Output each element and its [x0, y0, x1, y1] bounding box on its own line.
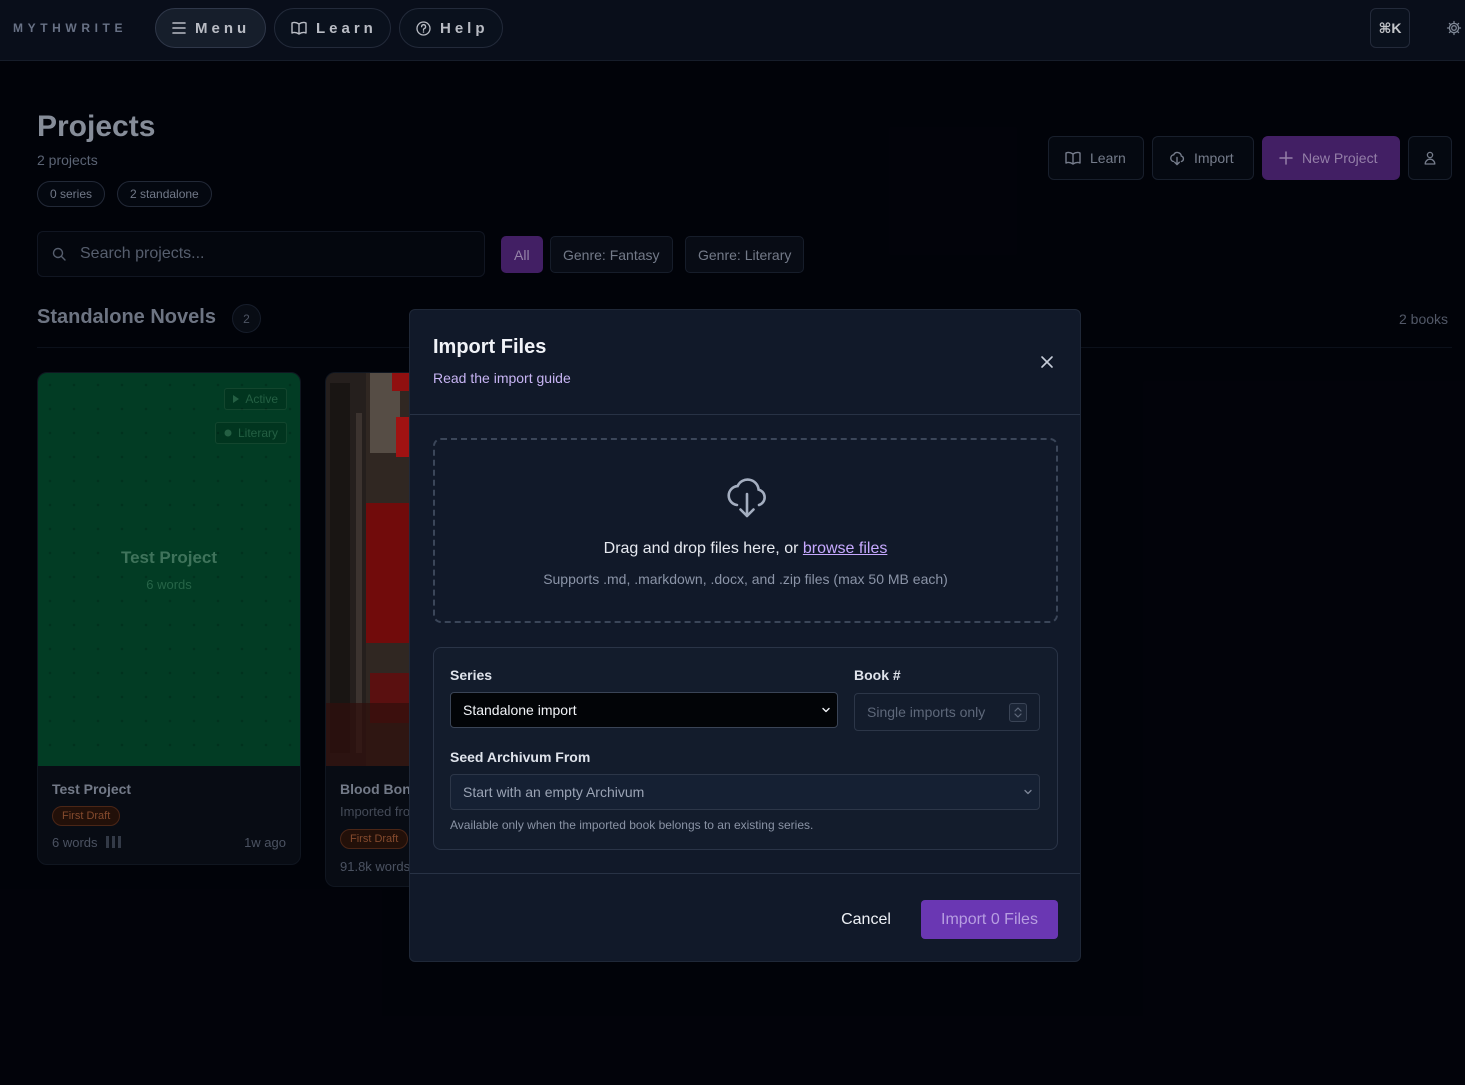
book-number-input[interactable]: Single imports only — [854, 693, 1040, 731]
import-guide-link[interactable]: Read the import guide — [433, 370, 571, 386]
header-divider — [410, 414, 1080, 415]
dropzone-instructions: Drag and drop files here, or browse file… — [435, 540, 1056, 558]
seed-archivum-label: Seed Archivum From — [450, 749, 591, 765]
footer-divider — [410, 873, 1080, 874]
cancel-button[interactable]: Cancel — [831, 902, 901, 938]
series-select-value: Standalone import — [463, 702, 577, 718]
chevron-down-icon — [1024, 789, 1032, 795]
import-files-dialog: Import Files Read the import guide Drag … — [409, 309, 1081, 962]
seed-archivum-note: Available only when the imported book be… — [450, 818, 814, 832]
close-icon[interactable] — [1039, 354, 1055, 370]
cloud-download-icon — [727, 478, 766, 518]
series-label: Series — [450, 667, 493, 683]
supported-formats-hint: Supports .md, .markdown, .docx, and .zip… — [543, 571, 948, 587]
spinner-arrows-icon — [1014, 707, 1022, 718]
file-dropzone[interactable]: Drag and drop files here, or browse file… — [433, 438, 1058, 623]
book-number-label: Book # — [854, 667, 901, 683]
book-number-placeholder: Single imports only — [867, 704, 986, 720]
number-spinner[interactable] — [1009, 703, 1027, 722]
browse-files-link[interactable]: browse files — [803, 540, 887, 557]
import-files-button[interactable]: Import 0 Files — [921, 900, 1058, 939]
chevron-down-icon — [822, 707, 830, 713]
seed-archivum-value: Start with an empty Archivum — [463, 784, 645, 800]
import-options-panel: Series Standalone import Book # Single i… — [433, 647, 1058, 850]
dialog-title: Import Files — [433, 336, 547, 358]
series-select[interactable]: Standalone import — [450, 692, 838, 728]
seed-archivum-select[interactable]: Start with an empty Archivum — [450, 774, 1040, 810]
dropzone-text: Drag and drop files here, or — [603, 540, 799, 557]
